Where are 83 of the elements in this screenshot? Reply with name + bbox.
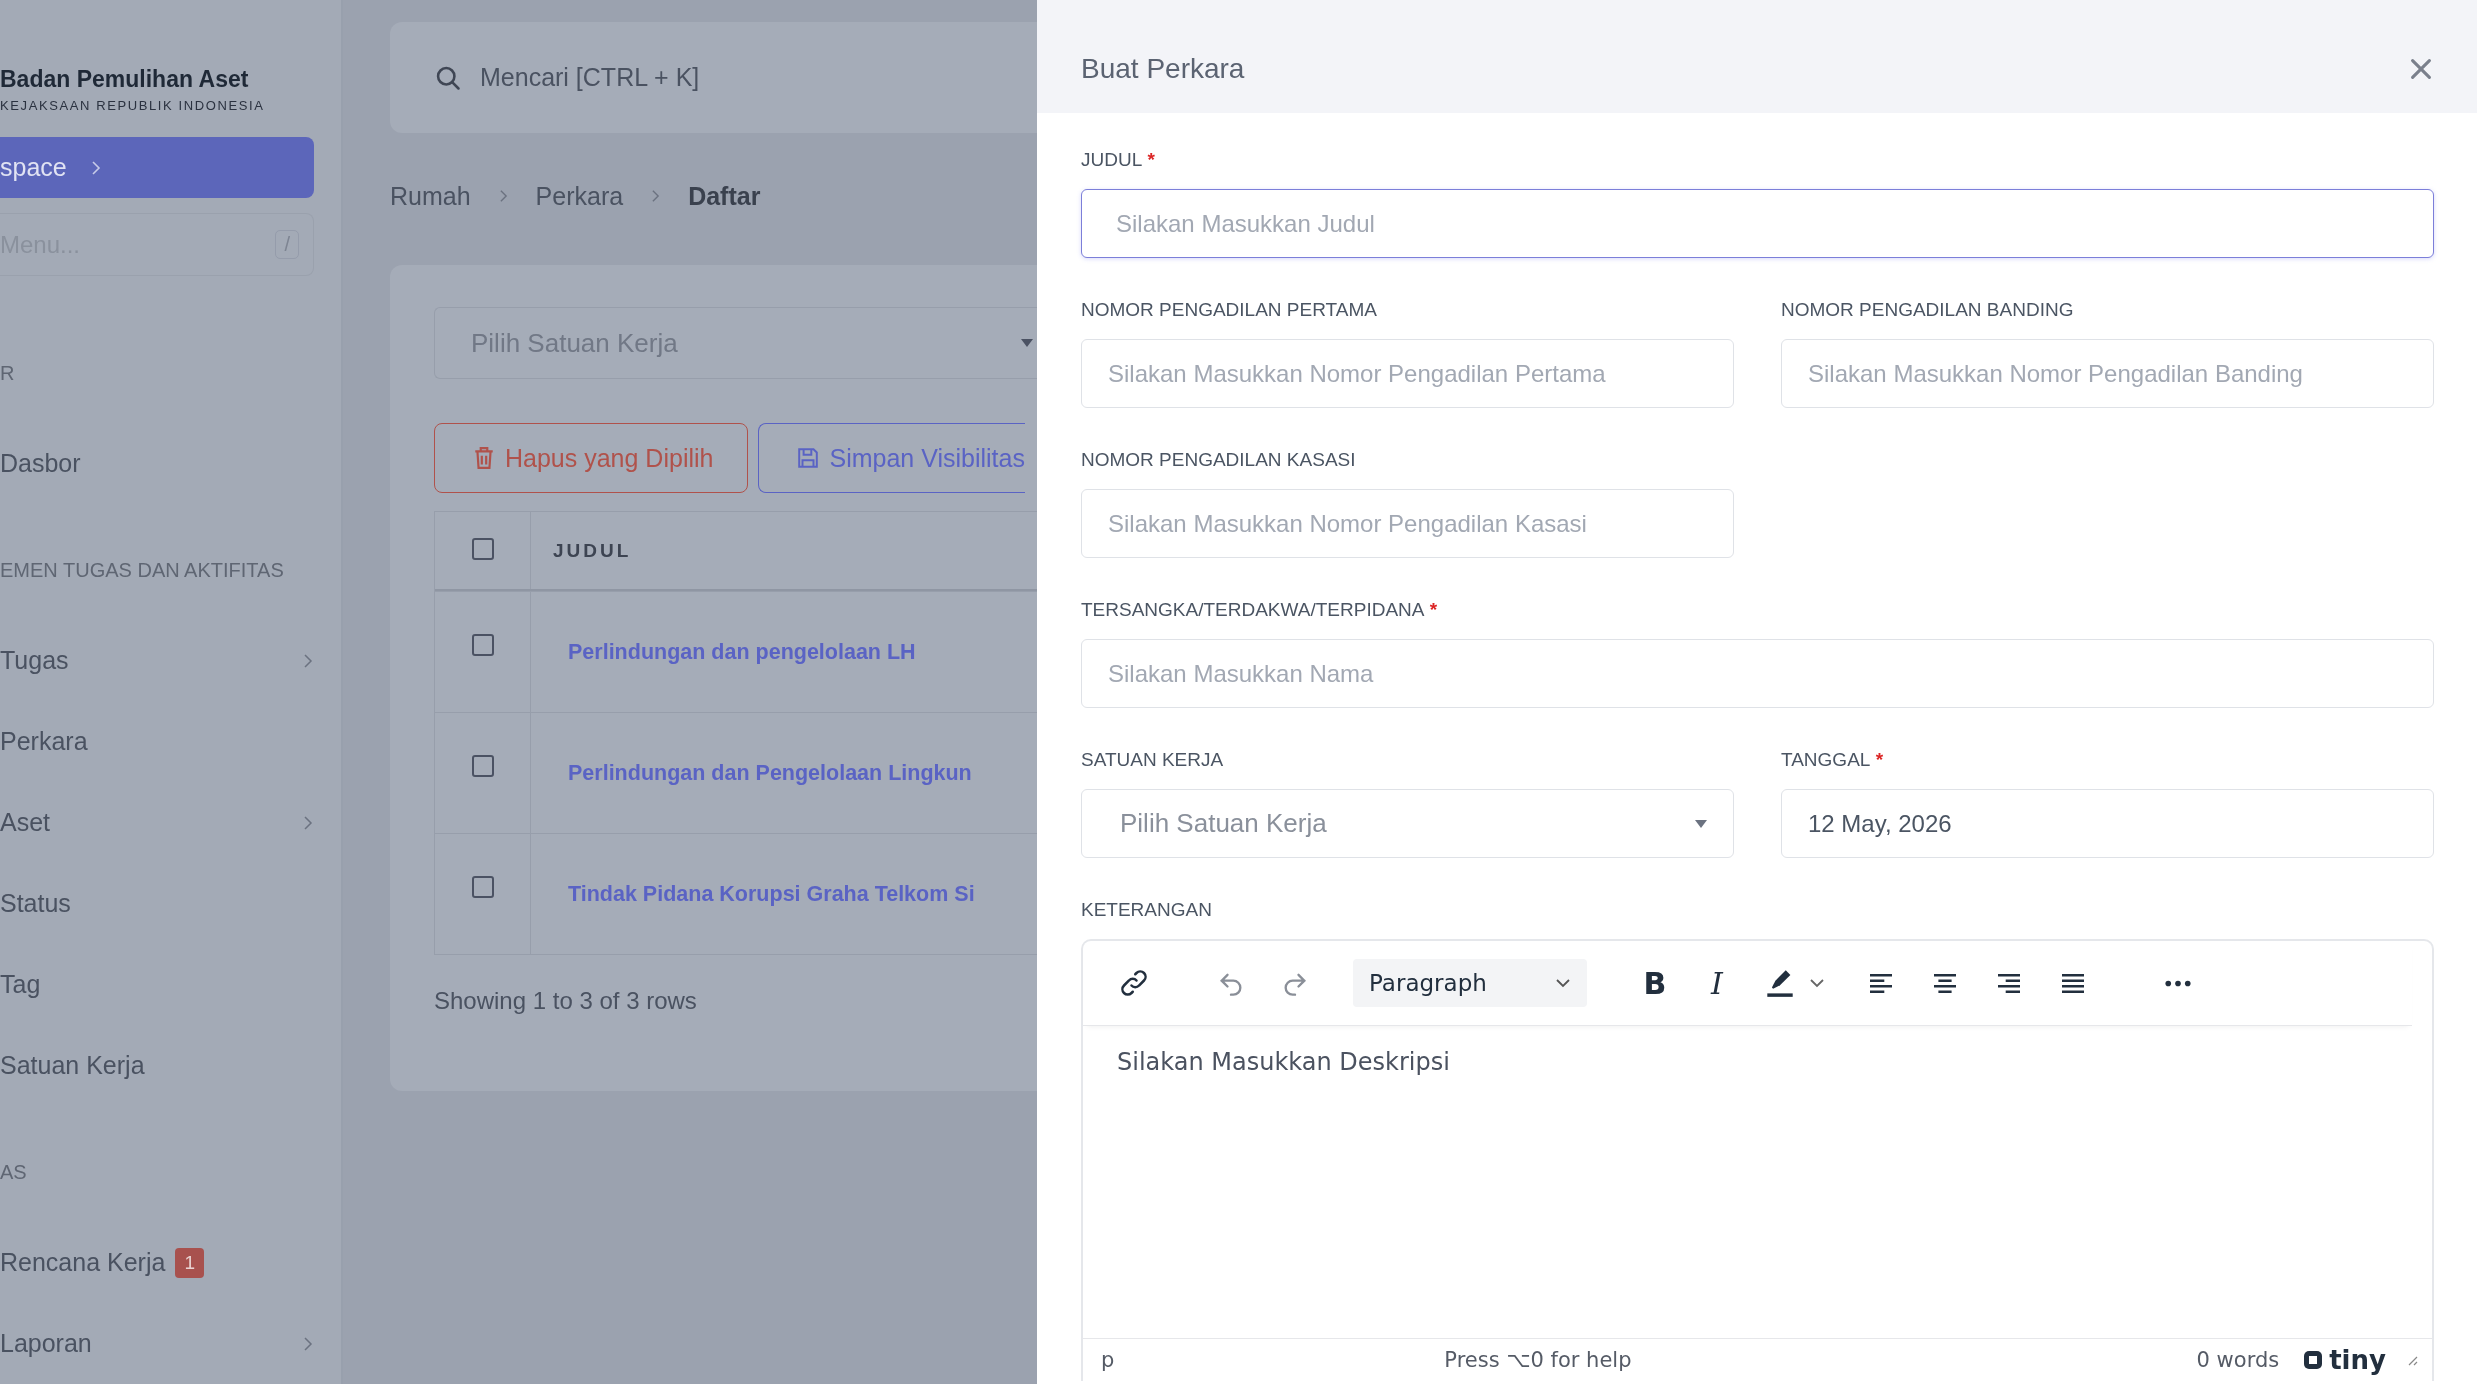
dropdown-arrow-icon (1695, 819, 1707, 828)
row-checkbox[interactable] (471, 755, 494, 777)
field-label: NOMOR PENGADILAN BANDING (1781, 299, 2074, 321)
field-label: NOMOR PENGADILAN PERTAMA (1081, 299, 1377, 321)
nav-item[interactable]: Dasbor (0, 423, 341, 504)
italic-button[interactable]: I (1699, 965, 1735, 1001)
count-badge: 1 (175, 1247, 204, 1278)
nav-item[interactable]: Tugas (0, 620, 341, 701)
nav-item[interactable]: Laporan (0, 1303, 341, 1384)
align-center-icon[interactable] (1931, 972, 1959, 994)
field-label: NOMOR PENGADILAN KASASI (1081, 449, 1356, 471)
nav-item[interactable]: Aset (0, 782, 341, 863)
case-title-link[interactable]: Perlindungan dan pengelolaan LH (553, 639, 916, 665)
brand-subtitle: KEJAKSAAN REPUBLIK INDONESIA (0, 98, 266, 113)
select-all-checkbox[interactable] (471, 538, 494, 560)
nav-item[interactable]: Rencana Kerja 1 (0, 1222, 341, 1303)
chevron-icon (303, 814, 313, 831)
chevron-icon (498, 189, 508, 203)
breadcrumb-item[interactable]: Rumah (390, 181, 471, 211)
row-checkbox[interactable] (471, 634, 494, 656)
nav-item[interactable]: Satuan Kerja (0, 1025, 341, 1106)
nav-label: Laporan (0, 1329, 92, 1358)
chevron-down-icon[interactable] (1809, 978, 1825, 988)
select-field[interactable]: Pilih Satuan Kerja (1081, 789, 1734, 858)
column-header: JUDUL (553, 539, 632, 562)
search-placeholder: Mencari [CTRL + K] (480, 63, 700, 92)
nav-label: Tag (0, 970, 41, 999)
tiny-logo-icon (2303, 1350, 2324, 1370)
case-title-link[interactable]: Tindak Pidana Korupsi Graha Telkom Si (553, 881, 975, 907)
nav-item[interactable]: Status (0, 863, 341, 944)
save-visibility-button[interactable]: Simpan Visibilitas (758, 423, 1025, 493)
description-text-area[interactable]: Silakan Masukkan Deskripsi (1083, 1026, 2432, 1338)
chevron-icon (90, 159, 101, 176)
delete-selected-button[interactable]: Hapus yang Dipilih (434, 423, 749, 493)
close-icon[interactable] (2409, 56, 2433, 81)
nav-label: Status (0, 889, 71, 918)
shortcut-key: / (275, 230, 299, 259)
highlighter-icon[interactable] (1765, 968, 1795, 998)
nav-item[interactable]: Tag (0, 944, 341, 1025)
nav-label: Aset (0, 808, 51, 837)
section-heading: EMEN TUGAS DAN AKTIFITAS (0, 558, 285, 583)
chevron-icon (303, 652, 313, 669)
drawer-title: Buat Perkara (1081, 52, 1245, 85)
align-justify-icon[interactable] (2059, 972, 2087, 994)
table-footer-text: Showing 1 to 3 of 3 rows (434, 987, 698, 1015)
field-label: JUDUL * (1081, 149, 1155, 171)
field-label: TERSANGKA/TERDAKWA/TERPIDANA * (1081, 599, 1438, 621)
link-icon[interactable] (1119, 968, 1149, 998)
dropdown-arrow-icon (1021, 339, 1033, 347)
nav-label: Satuan Kerja (0, 1051, 145, 1080)
chevron-down-icon (1555, 978, 1571, 988)
field-label: TANGGAL * (1781, 749, 1884, 771)
search-bar[interactable]: Mencari [CTRL + K] (390, 22, 1037, 133)
section-heading: R (0, 361, 16, 386)
date-field[interactable]: 12 May, 2026 (1781, 789, 2434, 858)
nav-label: Dasbor (0, 449, 81, 478)
nav-label: Perkara (0, 727, 88, 756)
field-label: KETERANGAN (1081, 899, 1212, 921)
more-icon[interactable] (2165, 979, 2191, 987)
element-path: p (1101, 1348, 1115, 1372)
nav-label: Rencana Kerja (0, 1248, 166, 1277)
chevron-icon (651, 189, 661, 203)
field-label: SATUAN KERJA (1081, 749, 1224, 771)
breadcrumb-item[interactable]: Perkara (535, 181, 624, 211)
brand-title: Badan Pemulihan Aset (0, 66, 250, 93)
nav-item[interactable]: Perkara (0, 701, 341, 782)
brand-name: tiny (2329, 1345, 2386, 1375)
trash-icon (473, 446, 495, 470)
section-heading: AS (0, 1160, 28, 1185)
case-title-link[interactable]: Perlindungan dan Pengelolaan Lingkun (553, 760, 972, 786)
word-count: 0 words (2196, 1348, 2280, 1372)
row-checkbox[interactable] (471, 876, 494, 898)
resize-handle-icon[interactable] (2406, 1354, 2418, 1366)
breadcrumb-item: Daftar (688, 181, 761, 211)
chevron-icon (303, 1335, 313, 1352)
text-field[interactable]: Silakan Masukkan Judul (1081, 189, 2434, 258)
align-right-icon[interactable] (1995, 972, 2023, 994)
help-hint: Press ⌥0 for help (1444, 1348, 1632, 1372)
nav-label: Tugas (0, 646, 69, 675)
align-left-icon[interactable] (1867, 972, 1895, 994)
bold-button[interactable]: B (1637, 965, 1673, 1001)
block-format-select[interactable]: Paragraph (1353, 959, 1587, 1007)
workspace-button[interactable]: space (0, 137, 314, 198)
